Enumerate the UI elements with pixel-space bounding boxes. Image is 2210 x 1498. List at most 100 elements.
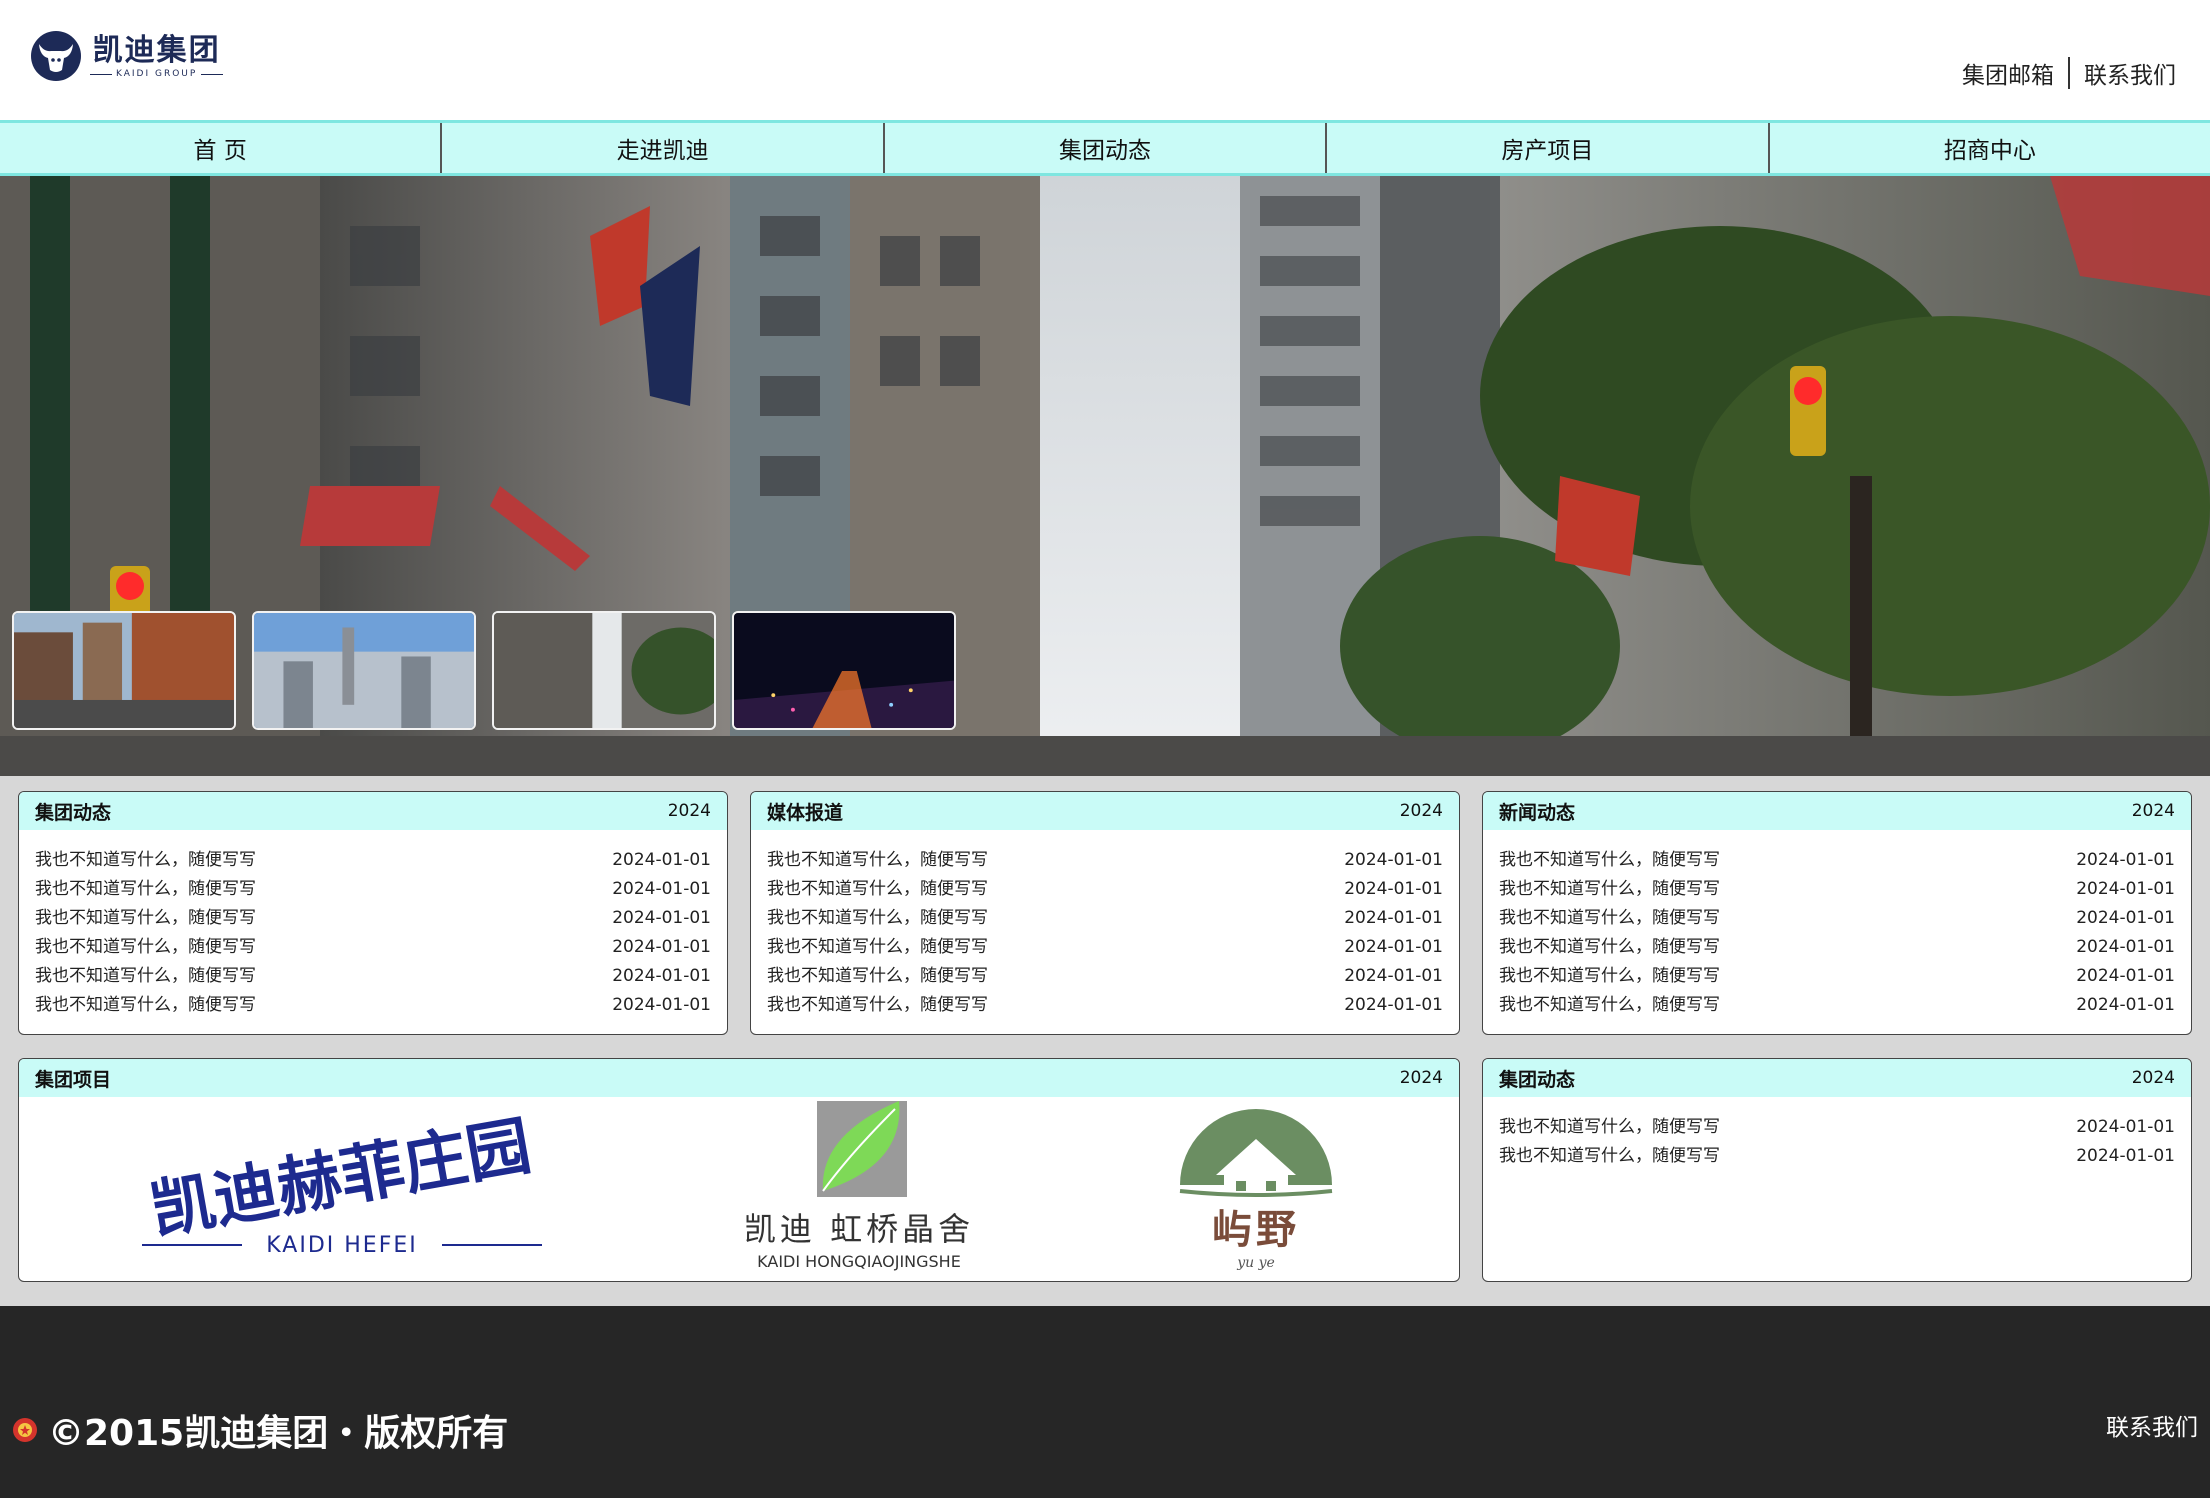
list-item[interactable]: 我也不知道写什么，随便写写 2024-01-01 xyxy=(767,991,1443,1020)
group-news-panel-2: 集团动态 2024 我也不知道写什么，随便写写 2024-01-01 我也不知道写… xyxy=(1482,1058,2192,1282)
list-item-title[interactable]: 我也不知道写什么，随便写写 xyxy=(767,904,988,933)
panel-title[interactable]: 新闻动态 xyxy=(1499,798,1575,825)
list-item-date: 2024-01-01 xyxy=(2076,908,2175,928)
list-item[interactable]: 我也不知道写什么，随便写写 2024-01-01 xyxy=(767,875,1443,904)
hongqiao-jingshe-logo-cn: 凯迪 虹桥晶舍 xyxy=(744,1210,974,1248)
list-item-title[interactable]: 我也不知道写什么，随便写写 xyxy=(1499,962,1720,991)
list-item[interactable]: 我也不知道写什么，随便写写 2024-01-01 xyxy=(35,933,711,962)
nav-item-about[interactable]: 走进凯迪 xyxy=(442,123,885,173)
footer-contact-link[interactable]: 联系我们 xyxy=(2106,1408,2198,1442)
list-item-title[interactable]: 我也不知道写什么，随便写写 xyxy=(767,846,988,875)
kaidi-hefei-logo-en: KAIDI HEFEI xyxy=(267,1233,419,1258)
panel-header: 新闻动态 2024 xyxy=(1483,792,2191,830)
panel-title[interactable]: 媒体报道 xyxy=(767,798,843,825)
list-item[interactable]: 我也不知道写什么，随便写写 2024-01-01 xyxy=(35,962,711,991)
list-item[interactable]: 我也不知道写什么，随便写写 2024-01-01 xyxy=(35,846,711,875)
list-item[interactable]: 我也不知道写什么，随便写写 2024-01-01 xyxy=(1499,846,2175,875)
panel-title[interactable]: 集团动态 xyxy=(35,798,111,825)
night-city-thumb[interactable] xyxy=(732,611,956,730)
list-item-date: 2024-01-01 xyxy=(612,879,711,899)
list-item-title[interactable]: 我也不知道写什么，随便写写 xyxy=(1499,991,1720,1020)
panel-title[interactable]: 集团项目 xyxy=(35,1065,111,1092)
list-item-title[interactable]: 我也不知道写什么，随便写写 xyxy=(35,962,256,991)
nav-item-home[interactable]: 首 页 xyxy=(0,123,443,173)
list-item[interactable]: 我也不知道写什么，随便写写 2024-01-01 xyxy=(767,962,1443,991)
list-item-title[interactable]: 我也不知道写什么，随便写写 xyxy=(1499,1113,1720,1142)
list-item-date: 2024-01-01 xyxy=(2076,850,2175,870)
contact-us-link[interactable]: 联系我们 xyxy=(2084,56,2176,90)
yuye-logo-image: 屿野 yu ye xyxy=(1179,1109,1332,1271)
hero-banner xyxy=(0,176,2210,776)
link-divider xyxy=(2068,57,2070,89)
nav-item-group-news[interactable]: 集团动态 xyxy=(885,123,1328,173)
list-item-date: 2024-01-01 xyxy=(2076,966,2175,986)
list-item[interactable]: 我也不知道写什么，随便写写 2024-01-01 xyxy=(1499,991,2175,1020)
footer-copyright-block: ©2015凯迪集团・版权所有 xyxy=(12,1404,508,1456)
content-area: 集团动态 2024 我也不知道写什么，随便写写 2024-01-01 我也不知道写… xyxy=(0,776,2210,1306)
list-item-date: 2024-01-01 xyxy=(1344,879,1443,899)
thumbnail-strip xyxy=(12,611,956,730)
list-item[interactable]: 我也不知道写什么，随便写写 2024-01-01 xyxy=(1499,1113,2175,1142)
yuye-logo-cn: 屿野 xyxy=(1212,1207,1300,1253)
night-city-thumb-image xyxy=(734,613,954,728)
nav-item-investment[interactable]: 招商中心 xyxy=(1770,123,2210,173)
kaidi-hefei-logo-cn: 凯迪赫菲庄园 xyxy=(146,1109,537,1249)
list-item-title[interactable]: 我也不知道写什么，随便写写 xyxy=(35,875,256,904)
kaidi-hefei-logo[interactable]: 凯迪赫菲庄园 KAIDI HEFEI xyxy=(132,1105,552,1269)
list-item-title[interactable]: 我也不知道写什么，随便写写 xyxy=(767,991,988,1020)
list-item[interactable]: 我也不知道写什么，随便写写 2024-01-01 xyxy=(35,875,711,904)
list-item[interactable]: 我也不知道写什么，随便写写 2024-01-01 xyxy=(1499,875,2175,904)
list-item-title[interactable]: 我也不知道写什么，随便写写 xyxy=(35,933,256,962)
yuye-logo[interactable]: 屿野 yu ye xyxy=(1166,1095,1346,1279)
list-item[interactable]: 我也不知道写什么，随便写写 2024-01-01 xyxy=(767,933,1443,962)
list-item-date: 2024-01-01 xyxy=(1344,966,1443,986)
skyline-thumb[interactable] xyxy=(252,611,476,730)
list-item-title[interactable]: 我也不知道写什么，随便写写 xyxy=(767,933,988,962)
list-item-title[interactable]: 我也不知道写什么，随便写写 xyxy=(767,875,988,904)
list-item-title[interactable]: 我也不知道写什么，随便写写 xyxy=(1499,904,1720,933)
street-thumb[interactable] xyxy=(492,611,716,730)
logo-english-name: KAIDI GROUP xyxy=(90,69,223,79)
list-item[interactable]: 我也不知道写什么，随便写写 2024-01-01 xyxy=(35,991,711,1020)
main-nav: 首 页 走进凯迪 集团动态 房产项目 招商中心 xyxy=(0,120,2210,176)
list-item-date: 2024-01-01 xyxy=(1344,908,1443,928)
news-list: 我也不知道写什么，随便写写 2024-01-01 我也不知道写什么，随便写写 202… xyxy=(751,830,1459,1020)
panel-title[interactable]: 集团动态 xyxy=(1499,1065,1575,1092)
list-item-date: 2024-01-01 xyxy=(612,995,711,1015)
skyline-thumb-image xyxy=(254,613,474,728)
list-item[interactable]: 我也不知道写什么，随便写写 2024-01-01 xyxy=(1499,933,2175,962)
list-item-title[interactable]: 我也不知道写什么，随便写写 xyxy=(1499,875,1720,904)
list-item-title[interactable]: 我也不知道写什么，随便写写 xyxy=(1499,933,1720,962)
group-mail-link[interactable]: 集团邮箱 xyxy=(1962,56,2054,90)
list-item-date: 2024-01-01 xyxy=(1344,937,1443,957)
list-item-title[interactable]: 我也不知道写什么，随便写写 xyxy=(767,962,988,991)
panel-year: 2024 xyxy=(1399,801,1443,821)
city-buildings-thumb[interactable] xyxy=(12,611,236,730)
panel-year: 2024 xyxy=(667,801,711,821)
panel-header: 集团项目 2024 xyxy=(19,1059,1459,1097)
list-item[interactable]: 我也不知道写什么，随便写写 2024-01-01 xyxy=(1499,962,2175,991)
yuye-logo-en: yu ye xyxy=(1236,1255,1275,1271)
list-item-title[interactable]: 我也不知道写什么，随便写写 xyxy=(35,846,256,875)
brand-logo[interactable]: 凯迪集团 KAIDI GROUP xyxy=(30,30,223,82)
list-item[interactable]: 我也不知道写什么，随便写写 2024-01-01 xyxy=(35,904,711,933)
street-thumb-image xyxy=(494,613,714,728)
list-item-title[interactable]: 我也不知道写什么，随便写写 xyxy=(35,904,256,933)
list-item-date: 2024-01-01 xyxy=(2076,879,2175,899)
list-item-date: 2024-01-01 xyxy=(612,966,711,986)
list-item[interactable]: 我也不知道写什么，随便写写 2024-01-01 xyxy=(1499,1142,2175,1171)
nav-item-real-estate[interactable]: 房产项目 xyxy=(1327,123,1770,173)
list-item-title[interactable]: 我也不知道写什么，随便写写 xyxy=(1499,1142,1720,1171)
list-item[interactable]: 我也不知道写什么，随便写写 2024-01-01 xyxy=(767,846,1443,875)
news-list: 我也不知道写什么，随便写写 2024-01-01 我也不知道写什么，随便写写 202… xyxy=(1483,830,2191,1020)
list-item[interactable]: 我也不知道写什么，随便写写 2024-01-01 xyxy=(1499,904,2175,933)
hongqiao-jingshe-logo-en: KAIDI HONGQIAOJINGSHE xyxy=(757,1252,961,1271)
top-links: 集团邮箱 联系我们 xyxy=(1962,56,2176,90)
project-logos: 凯迪赫菲庄园 KAIDI HEFEI 凯迪 虹桥晶舍 KAIDI HONGQIA… xyxy=(19,1097,1459,1277)
group-news-panel: 集团动态 2024 我也不知道写什么，随便写写 2024-01-01 我也不知道写… xyxy=(18,791,728,1035)
list-item-date: 2024-01-01 xyxy=(2076,937,2175,957)
list-item-title[interactable]: 我也不知道写什么，随便写写 xyxy=(35,991,256,1020)
list-item[interactable]: 我也不知道写什么，随便写写 2024-01-01 xyxy=(767,904,1443,933)
hongqiao-jingshe-logo[interactable]: 凯迪 虹桥晶舍 KAIDI HONGQIAOJINGSHE xyxy=(699,1095,1019,1279)
list-item-title[interactable]: 我也不知道写什么，随便写写 xyxy=(1499,846,1720,875)
